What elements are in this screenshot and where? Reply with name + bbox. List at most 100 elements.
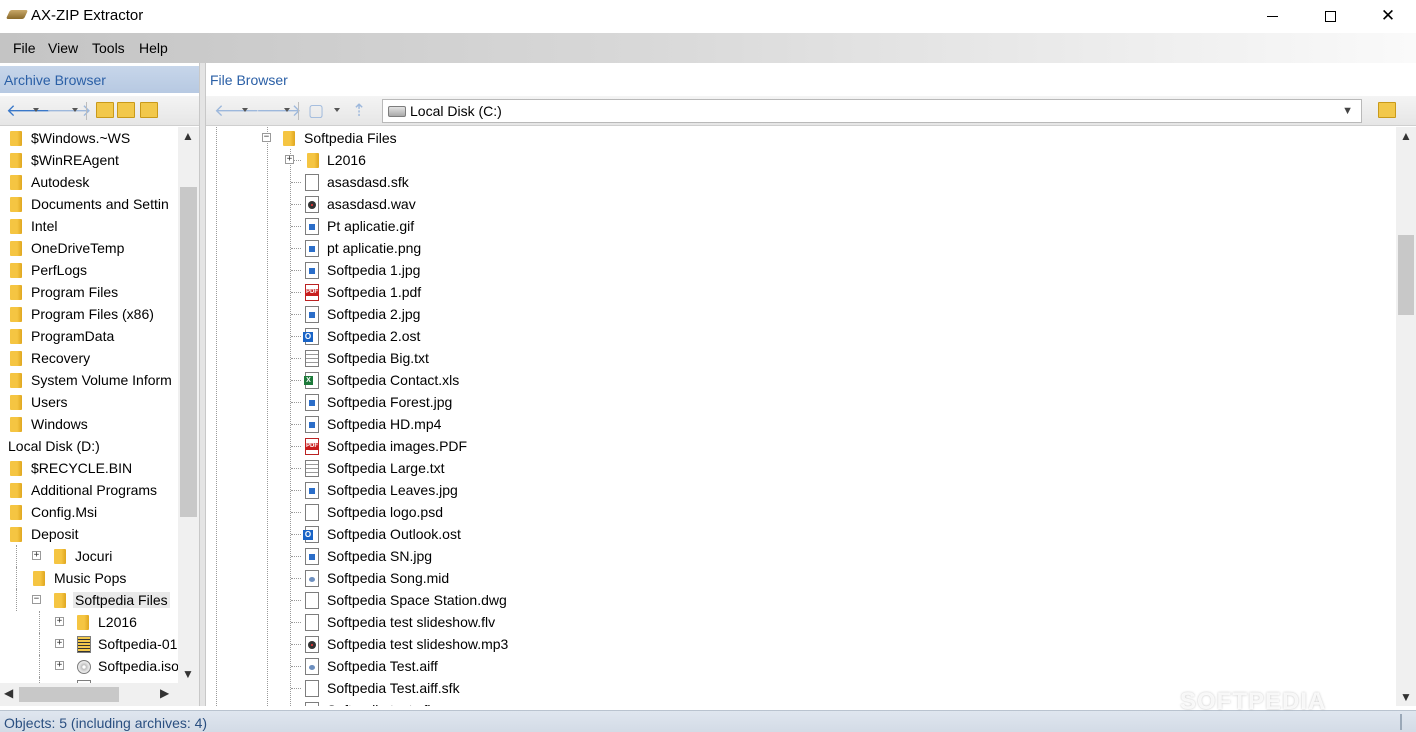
file-vertical-scrollbar[interactable]: ▲ ▼ — [1396, 127, 1416, 706]
folder-up-icon[interactable]: ⇡ — [349, 101, 369, 121]
archive-tree-item-label: Program Files — [31, 284, 119, 300]
resize-grip-icon[interactable] — [1400, 714, 1410, 730]
archive-tree-item[interactable]: + Softpedia-01.zi — [0, 633, 178, 655]
file-tree-item[interactable]: pt aplicatie.png — [206, 237, 1396, 259]
folder-up-icon[interactable] — [96, 102, 114, 118]
archive-tree-item[interactable]: ProgramData — [0, 325, 178, 347]
expand-icon[interactable]: + — [55, 617, 64, 626]
scroll-down-icon[interactable]: ▼ — [182, 667, 194, 681]
file-tree-item[interactable]: Softpedia 1.jpg — [206, 259, 1396, 281]
archive-tree-item[interactable]: Local Disk (D:) — [0, 435, 178, 457]
archive-tree-item[interactable]: System Volume Inform — [0, 369, 178, 391]
collapse-icon[interactable]: − — [262, 133, 271, 142]
menu-file[interactable]: File — [13, 40, 36, 56]
expand-icon[interactable]: + — [55, 639, 64, 648]
file-tree-item[interactable]: Pt aplicatie.gif — [206, 215, 1396, 237]
archive-tree-item[interactable]: Program Files (x86) — [0, 303, 178, 325]
expand-icon[interactable]: + — [32, 551, 41, 560]
archive-tree-item[interactable]: + Softpedia.iso — [0, 655, 178, 677]
archive-tree-item[interactable]: Intel — [0, 215, 178, 237]
archive-tree-item[interactable]: Users — [0, 391, 178, 413]
close-button[interactable]: ✕ — [1359, 0, 1416, 33]
pane-splitter[interactable] — [199, 63, 206, 706]
drive-select[interactable]: Local Disk (C:) ▼ — [382, 99, 1362, 123]
archive-tree-item[interactable]: Windows — [0, 413, 178, 435]
file-tree-item[interactable]: Softpedia Big.txt — [206, 347, 1396, 369]
archive-tree-item-label: OneDriveTemp — [31, 240, 125, 256]
minimize-button[interactable] — [1243, 0, 1301, 33]
browse-folder-icon[interactable] — [1378, 102, 1396, 118]
file-tree-root[interactable]: − Softpedia Files — [206, 127, 1396, 149]
archive-tree-item[interactable]: Config.Msi — [0, 501, 178, 523]
file-tree-item[interactable]: Softpedia Test.aiff — [206, 655, 1396, 677]
file-tree-item[interactable]: asasdasd.sfk — [206, 171, 1396, 193]
tree-line — [291, 380, 301, 381]
file-tree-item[interactable]: Softpedia Contact.xls — [206, 369, 1396, 391]
file-tree-item[interactable]: asasdasd.wav — [206, 193, 1396, 215]
expand-icon[interactable]: + — [55, 661, 64, 670]
back-arrow-icon[interactable]: 🡐 — [214, 101, 260, 121]
archive-tree-item[interactable]: + Jocuri — [0, 545, 178, 567]
back-dropdown-icon[interactable] — [242, 108, 248, 112]
file-tree-item[interactable]: Softpedia Large.txt — [206, 457, 1396, 479]
image-file-icon — [305, 306, 319, 323]
file-tree-item[interactable]: Softpedia Song.mid — [206, 567, 1396, 589]
archive-tree-item[interactable]: Documents and Settin — [0, 193, 178, 215]
file-tree-item[interactable]: Softpedia HD.mp4 — [206, 413, 1396, 435]
file-tree-item[interactable]: + L2016 — [206, 149, 1396, 171]
archive-tree-item[interactable]: Additional Programs — [0, 479, 178, 501]
archive-vertical-scrollbar[interactable]: ▲ ▼ — [178, 127, 199, 683]
file-tree-item[interactable]: Softpedia Forest.jpg — [206, 391, 1396, 413]
scroll-down-icon[interactable]: ▼ — [1400, 690, 1412, 704]
forward-arrow-icon[interactable]: 🡒 — [256, 101, 302, 121]
file-tree-item[interactable]: Softpedia Space Station.dwg — [206, 589, 1396, 611]
file-tree-item[interactable]: Softpedia test slideshow.mp3 — [206, 633, 1396, 655]
file-tree-item[interactable]: Softpedia SN.jpg — [206, 545, 1396, 567]
archive-tree-item[interactable]: Autodesk — [0, 171, 178, 193]
view-dropdown-icon[interactable] — [334, 108, 340, 112]
file-tree-item[interactable]: Softpedia Leaves.jpg — [206, 479, 1396, 501]
scroll-up-icon[interactable]: ▲ — [1400, 129, 1412, 143]
file-tree-item[interactable]: Softpedia 1.pdf — [206, 281, 1396, 303]
menu-tools[interactable]: Tools — [92, 40, 125, 56]
archive-tree-item[interactable]: Music Pops — [0, 567, 178, 589]
menu-view[interactable]: View — [48, 40, 78, 56]
file-tree-item[interactable]: Softpedia Outlook.ost — [206, 523, 1396, 545]
archive-tree-item[interactable]: $Windows.~WS — [0, 127, 178, 149]
archive-tree-item[interactable]: OneDriveTemp — [0, 237, 178, 259]
scroll-thumb[interactable] — [19, 687, 119, 702]
archive-tree-item[interactable]: PerfLogs — [0, 259, 178, 281]
file-tree-item[interactable]: Softpedia 2.ost — [206, 325, 1396, 347]
file-tree-item[interactable]: Softpedia images.PDF — [206, 435, 1396, 457]
archive-tree-item[interactable]: Deposit — [0, 523, 178, 545]
scroll-right-icon[interactable]: ▶ — [160, 686, 169, 700]
file-tree-item[interactable]: Softpedia 2.jpg — [206, 303, 1396, 325]
view-icon[interactable]: ▢ — [306, 101, 326, 121]
archive-tree-item[interactable]: $WinREAgent — [0, 149, 178, 171]
archive-tree-item[interactable]: − Softpedia Files — [0, 589, 178, 611]
archive-horizontal-scrollbar[interactable]: ◀ ▶ — [0, 683, 178, 706]
expand-icon[interactable]: + — [285, 155, 294, 164]
open-folder-icon[interactable] — [117, 102, 135, 118]
back-arrow-icon[interactable]: 🡐 — [6, 101, 52, 121]
scroll-thumb[interactable] — [1398, 235, 1414, 315]
scroll-up-icon[interactable]: ▲ — [182, 129, 194, 143]
back-dropdown-icon[interactable] — [33, 108, 39, 112]
archive-tree-item[interactable]: Program Files — [0, 281, 178, 303]
menu-help[interactable]: Help — [139, 40, 168, 56]
archive-tree-item-label: $RECYCLE.BIN — [31, 460, 133, 476]
maximize-button[interactable] — [1301, 0, 1359, 33]
archive-tree-item[interactable]: + L2016 — [0, 611, 178, 633]
file-tree-item[interactable]: Softpedia logo.psd — [206, 501, 1396, 523]
scroll-thumb[interactable] — [180, 187, 197, 517]
forward-arrow-icon[interactable]: 🡒 — [46, 101, 92, 121]
collapse-icon[interactable]: − — [32, 595, 41, 604]
forward-dropdown-icon[interactable] — [72, 108, 78, 112]
archive-tree-item[interactable]: Recovery — [0, 347, 178, 369]
archive-tree-item[interactable]: $RECYCLE.BIN — [0, 457, 178, 479]
extract-folder-icon[interactable] — [140, 102, 158, 118]
archive-tree-item-label: Config.Msi — [31, 504, 98, 520]
file-tree-item[interactable]: Softpedia test slideshow.flv — [206, 611, 1396, 633]
forward-dropdown-icon[interactable] — [284, 108, 290, 112]
scroll-left-icon[interactable]: ◀ — [4, 686, 13, 700]
